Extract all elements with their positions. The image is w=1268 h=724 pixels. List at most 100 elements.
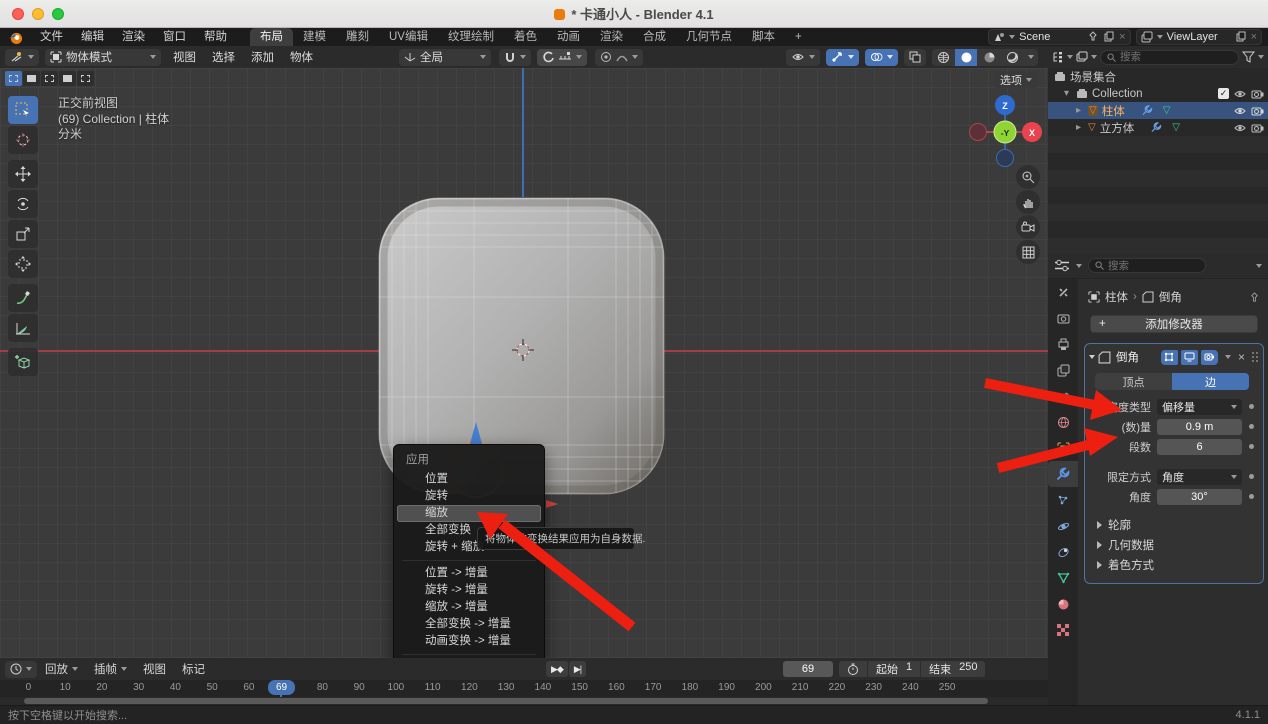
properties-search[interactable] xyxy=(1088,258,1206,273)
workspace-tab[interactable]: 动画 xyxy=(547,28,590,46)
pin-icon[interactable] xyxy=(1087,31,1099,43)
shading-material-button[interactable] xyxy=(978,49,1000,66)
breadcrumb-object[interactable]: 柱体 xyxy=(1105,289,1128,305)
modifier-realtime-toggle[interactable] xyxy=(1181,350,1198,365)
timeline-scrollbar-thumb[interactable] xyxy=(24,698,988,704)
tool-add-cube[interactable] xyxy=(8,348,38,376)
select-mode-subtract[interactable] xyxy=(41,71,58,86)
disable-render-camera-icon[interactable] xyxy=(1251,123,1264,133)
segments-field[interactable]: 6 xyxy=(1157,439,1242,455)
workspace-tab[interactable]: 雕刻 xyxy=(336,28,379,46)
workspace-tab[interactable]: 渲染 xyxy=(590,28,633,46)
select-mode-difference[interactable] xyxy=(59,71,76,86)
workspace-tab[interactable]: 几何节点 xyxy=(676,28,742,46)
tool-select-box[interactable] xyxy=(8,96,38,124)
tool-transform[interactable] xyxy=(8,250,38,278)
tab-world[interactable] xyxy=(1048,409,1078,435)
context-menu-item[interactable]: 位置 -> 增量 xyxy=(397,565,541,582)
animate-dot-icon[interactable] xyxy=(1249,474,1254,479)
tab-render[interactable] xyxy=(1048,305,1078,331)
timeline-view-menu[interactable]: 视图 xyxy=(135,661,174,677)
timeline-scrollbar[interactable] xyxy=(0,697,1048,705)
outliner-search-input[interactable] xyxy=(1120,51,1190,63)
workspace-tab[interactable]: + xyxy=(785,28,812,46)
tab-particles[interactable] xyxy=(1048,487,1078,513)
camera-view-button[interactable] xyxy=(1016,215,1040,239)
expand-caret-icon[interactable]: ▾ xyxy=(1064,88,1072,99)
overlays-toggle[interactable] xyxy=(865,49,898,66)
properties-editor-icon[interactable] xyxy=(1054,259,1070,272)
filter-funnel-icon[interactable] xyxy=(1242,51,1255,63)
topbar-menu[interactable]: 文件 xyxy=(31,28,72,46)
drag-handle-icon[interactable] xyxy=(1251,351,1259,363)
workspace-tab[interactable]: 建模 xyxy=(293,28,336,46)
topbar-menu[interactable]: 渲染 xyxy=(113,28,154,46)
select-mode-intersect[interactable] xyxy=(77,71,94,86)
viewport-options-button[interactable]: 选项 xyxy=(994,72,1038,88)
modifier-name[interactable]: 倒角 xyxy=(1116,349,1156,365)
collection-checkbox[interactable]: ✓ xyxy=(1218,88,1229,99)
playhead-badge[interactable]: 69 xyxy=(268,680,295,695)
shading-rendered-button[interactable] xyxy=(1001,49,1023,66)
transform-orientation[interactable]: 全局 xyxy=(399,49,491,66)
pan-view-button[interactable] xyxy=(1016,190,1040,214)
workspace-tab[interactable]: UV编辑 xyxy=(379,28,438,46)
expand-caret-icon[interactable]: ▸ xyxy=(1076,105,1084,116)
context-menu-item[interactable]: 动画变换 -> 增量 xyxy=(397,633,541,650)
viewport-menu[interactable]: 添加 xyxy=(243,49,282,65)
topbar-menu[interactable]: 帮助 xyxy=(195,28,236,46)
zoom-view-button[interactable] xyxy=(1016,165,1040,189)
blender-logo-icon[interactable] xyxy=(8,30,23,45)
tool-move[interactable] xyxy=(8,160,38,188)
outliner-row-collection[interactable]: ▾ Collection ✓ xyxy=(1048,85,1268,102)
gizmos-toggle[interactable] xyxy=(826,49,859,66)
outliner-filter-icon[interactable] xyxy=(1076,51,1088,63)
tab-physics[interactable] xyxy=(1048,513,1078,539)
tab-material[interactable] xyxy=(1048,591,1078,617)
width-type-dropdown[interactable]: 偏移量 xyxy=(1157,399,1242,415)
timeline-editor-button[interactable] xyxy=(5,661,37,678)
animate-dot-icon[interactable] xyxy=(1249,404,1254,409)
unlink-scene-icon[interactable]: × xyxy=(1119,31,1125,43)
limit-method-dropdown[interactable]: 角度 xyxy=(1157,469,1242,485)
select-mode-set[interactable] xyxy=(5,71,22,86)
outliner-search[interactable] xyxy=(1100,50,1239,65)
frame-end-field[interactable]: 结束250 xyxy=(921,661,985,677)
amount-field[interactable]: 0.9 m xyxy=(1157,419,1242,435)
context-menu-item[interactable]: 位置 xyxy=(397,471,541,488)
snapping-group[interactable] xyxy=(499,49,531,66)
context-menu-item[interactable]: 全部变换 -> 增量 xyxy=(397,616,541,633)
viewport-menu[interactable]: 选择 xyxy=(204,49,243,65)
shading-solid-button[interactable] xyxy=(955,49,977,66)
properties-search-input[interactable] xyxy=(1108,260,1178,272)
topbar-menu[interactable]: 窗口 xyxy=(154,28,195,46)
viewport-3d[interactable]: 物体模式 视图选择添加物体 全局 xyxy=(0,46,1048,658)
timeline-marker-menu[interactable]: 标记 xyxy=(174,661,213,677)
xray-toggle[interactable] xyxy=(904,49,926,66)
visibility-dropdown[interactable] xyxy=(786,49,820,66)
new-scene-icon[interactable] xyxy=(1103,31,1115,43)
timeline-ruler[interactable]: 0102030405060708090100110120130140150160… xyxy=(0,680,1048,697)
ortho-toggle-button[interactable] xyxy=(1016,240,1040,264)
frame-start-field[interactable]: 起始1 xyxy=(868,661,920,677)
modifier-extras-chevron-icon[interactable] xyxy=(1225,355,1231,359)
snap-increment-group[interactable] xyxy=(537,49,587,66)
hide-eye-icon[interactable] xyxy=(1233,106,1247,116)
tab-vertices[interactable]: 顶点 xyxy=(1095,373,1172,390)
tab-modifiers[interactable] xyxy=(1048,461,1078,487)
outliner-row-scene-collection[interactable]: 场景集合 xyxy=(1048,68,1268,85)
expand-caret-icon[interactable]: ▸ xyxy=(1076,122,1084,133)
remove-modifier-icon[interactable]: × xyxy=(1238,350,1245,364)
viewport-menu[interactable]: 物体 xyxy=(282,49,321,65)
mode-selector[interactable]: 物体模式 xyxy=(45,49,161,66)
context-menu-item[interactable]: 缩放 xyxy=(397,505,541,522)
tab-texture[interactable] xyxy=(1048,617,1078,643)
next-keyframe-button[interactable]: ▶◆ xyxy=(546,661,568,677)
animate-dot-icon[interactable] xyxy=(1249,444,1254,449)
select-mode-extend[interactable] xyxy=(23,71,40,86)
workspace-tab[interactable]: 纹理绘制 xyxy=(438,28,504,46)
outliner-row-object[interactable]: ▸ ▽ 柱体 ▽ xyxy=(1048,102,1268,119)
tool-measure[interactable] xyxy=(8,314,38,342)
tab-output[interactable] xyxy=(1048,331,1078,357)
tab-object-data[interactable] xyxy=(1048,565,1078,591)
